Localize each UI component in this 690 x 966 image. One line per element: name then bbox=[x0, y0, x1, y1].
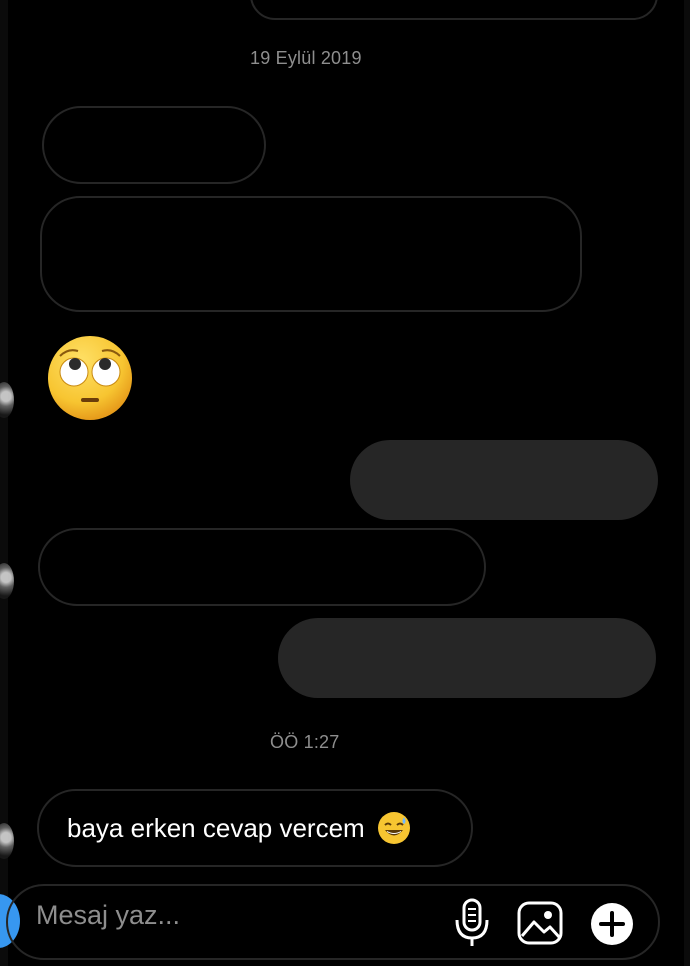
date-separator: 19 Eylül 2019 bbox=[250, 48, 362, 68]
plus-icon[interactable] bbox=[590, 902, 634, 946]
message-bubble[interactable] bbox=[42, 106, 266, 184]
message-bubble[interactable] bbox=[278, 618, 656, 698]
grinning-sweat-emoji-icon bbox=[377, 812, 410, 844]
screen-left-edge bbox=[0, 0, 8, 966]
message-bubble[interactable] bbox=[350, 440, 658, 520]
microphone-icon[interactable] bbox=[453, 898, 491, 948]
message-bubble[interactable] bbox=[40, 196, 582, 312]
rolling-eyes-emoji-icon[interactable] bbox=[46, 334, 134, 422]
message-text: baya erken cevap vercem bbox=[67, 812, 365, 843]
time-separator: ÖÖ 1:27 bbox=[270, 732, 340, 752]
message-input[interactable]: Mesaj yaz... bbox=[36, 900, 180, 931]
screen-right-edge bbox=[684, 0, 690, 966]
message-bubble[interactable] bbox=[38, 528, 486, 606]
previous-message-bubble[interactable] bbox=[250, 0, 658, 20]
message-bubble[interactable]: baya erken cevap vercem bbox=[37, 789, 473, 867]
gallery-icon[interactable] bbox=[516, 900, 564, 946]
